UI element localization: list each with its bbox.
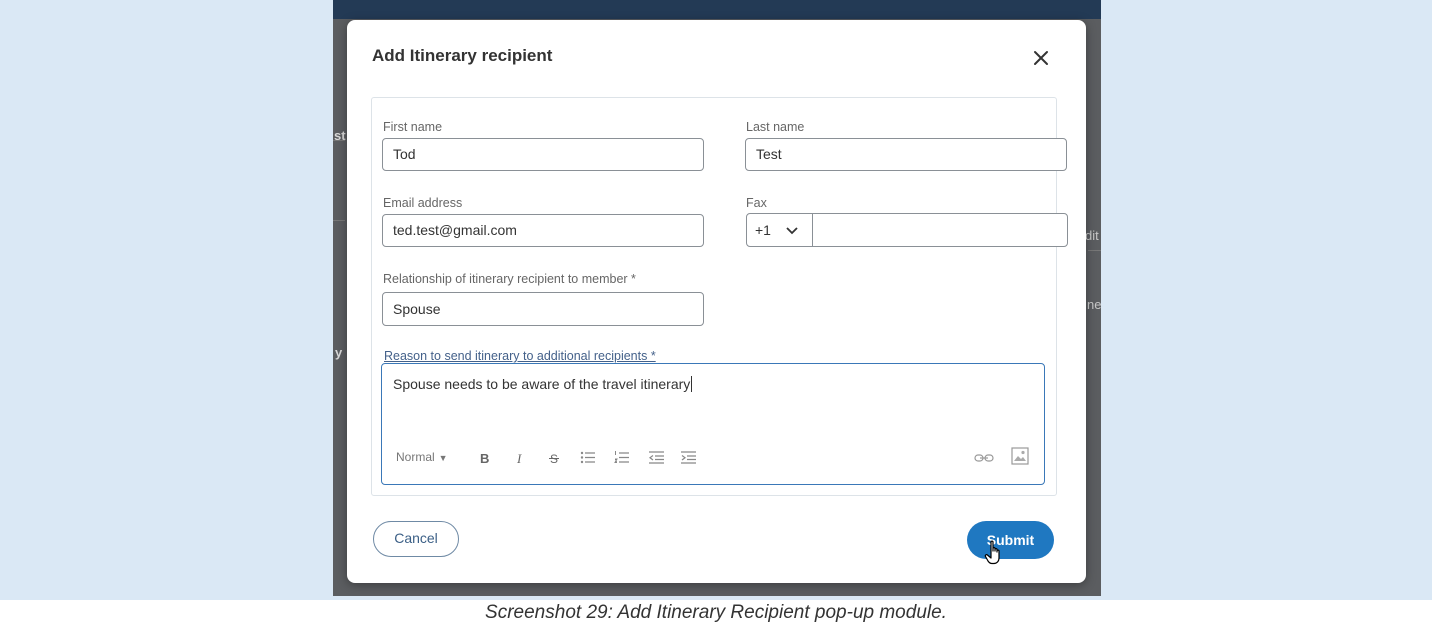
numbered-list-icon xyxy=(614,451,629,463)
italic-icon: I xyxy=(516,451,522,465)
svg-text:B: B xyxy=(480,451,489,465)
add-itinerary-recipient-dialog: Add Itinerary recipient First name Tod L… xyxy=(347,20,1086,583)
background-text-fragment: y xyxy=(335,345,343,360)
hand-cursor-icon xyxy=(984,540,1000,565)
image-icon xyxy=(1011,447,1029,465)
background-divider xyxy=(333,140,345,141)
fax-number-field[interactable] xyxy=(813,214,1067,246)
app-screenshot: st y ne dit Add Itinerary recipient Firs… xyxy=(333,0,1101,596)
first-name-field[interactable]: Tod xyxy=(382,138,704,171)
reason-label: Reason to send itinerary to additional r… xyxy=(384,349,656,363)
background-divider xyxy=(333,220,345,221)
fax-country-code-value: +1 xyxy=(755,222,771,238)
strikethrough-button[interactable]: S xyxy=(548,451,560,465)
fax-label: Fax xyxy=(746,196,767,210)
figure-caption: Screenshot 29: Add Itinerary Recipient p… xyxy=(485,602,947,623)
close-icon xyxy=(1034,51,1048,65)
submit-button[interactable]: Submit xyxy=(967,521,1054,559)
fax-input-group: +1 xyxy=(746,213,1068,247)
bullet-list-button[interactable] xyxy=(580,450,596,465)
chevron-down-icon xyxy=(786,227,798,235)
reason-text: Spouse needs to be aware of the travel i… xyxy=(393,376,693,392)
relationship-field[interactable]: Spouse xyxy=(382,292,704,326)
reason-rich-text-editor[interactable]: Spouse needs to be aware of the travel i… xyxy=(381,363,1045,485)
caret-down-icon: ▼ xyxy=(438,453,448,463)
background-divider xyxy=(1088,250,1101,251)
close-button[interactable] xyxy=(1029,46,1053,70)
background-text-fragment: dit xyxy=(1085,228,1099,243)
last-name-field[interactable]: Test xyxy=(745,138,1067,171)
first-name-label: First name xyxy=(383,120,443,134)
bold-button[interactable]: B xyxy=(478,451,490,465)
dialog-title: Add Itinerary recipient xyxy=(372,46,553,65)
fax-country-code-select[interactable]: +1 xyxy=(747,214,813,246)
indent-icon xyxy=(681,451,696,464)
text-caret xyxy=(691,376,693,392)
insert-image-button[interactable] xyxy=(1011,447,1029,465)
background-text-fragment: ne xyxy=(1087,297,1101,312)
format-dropdown[interactable]: Normal ▼ xyxy=(396,450,448,464)
app-header-strip xyxy=(333,0,1101,19)
email-label: Email address xyxy=(383,196,463,210)
svg-text:I: I xyxy=(516,451,522,465)
numbered-list-button[interactable] xyxy=(614,450,630,465)
outdent-button[interactable] xyxy=(648,450,665,465)
cancel-button[interactable]: Cancel xyxy=(373,521,459,557)
last-name-label: Last name xyxy=(746,120,805,134)
strikethrough-icon: S xyxy=(549,452,559,465)
link-button[interactable] xyxy=(974,453,994,463)
format-dropdown-label: Normal xyxy=(396,450,435,464)
relationship-label: Relationship of itinerary recipient to m… xyxy=(383,272,636,286)
italic-button[interactable]: I xyxy=(515,451,525,465)
outdent-icon xyxy=(648,451,664,464)
link-icon xyxy=(974,454,994,462)
indent-button[interactable] xyxy=(680,450,697,465)
email-field[interactable]: ted.test@gmail.com xyxy=(382,214,704,247)
bold-icon: B xyxy=(480,451,489,465)
bullet-list-icon xyxy=(580,451,595,464)
